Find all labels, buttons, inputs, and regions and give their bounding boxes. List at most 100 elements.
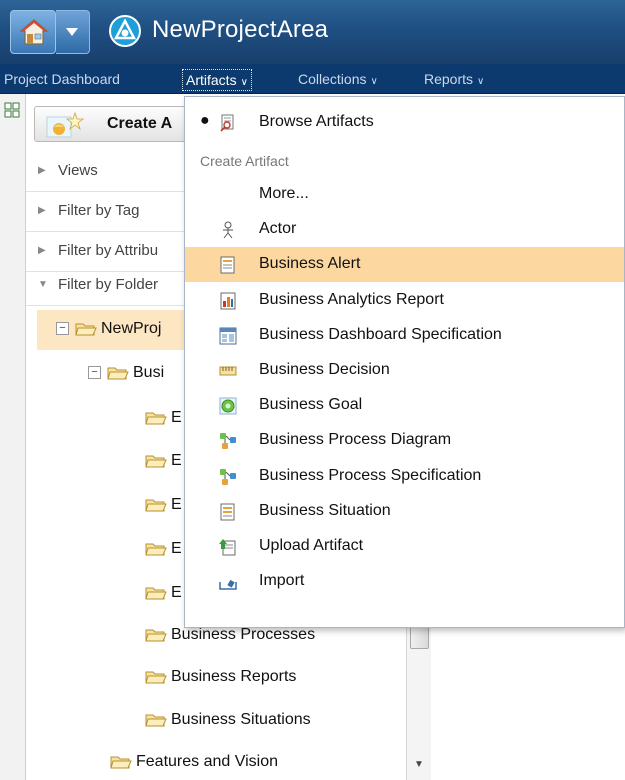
app-title: NewProjectArea [152,16,329,43]
tree-node-newproject[interactable]: − NewProj [56,320,161,344]
chevron-down-icon [66,28,78,36]
menu-item-upload-artifact[interactable]: Upload Artifact [185,529,624,564]
menu-item-business-goal[interactable]: Business Goal [185,388,624,423]
folder-open-icon [145,714,167,727]
panel-gutter [0,94,26,780]
chevron-down-icon: ∨ [477,76,485,87]
folder-open-icon [145,629,167,642]
process-spec-icon [220,469,236,485]
menu-item-label: Business Dashboard Specification [259,326,502,343]
tree-node-folder[interactable]: E [145,584,182,608]
tree-scrollbar[interactable]: ▼ [406,619,431,780]
title-bar: NewProjectArea [0,0,625,64]
nav-label: Reports [424,71,474,87]
filter-label: Filter by Folder [58,276,159,293]
filter-label: Filter by Attribu [58,242,159,259]
menu-item-label: Browse Artifacts [259,113,374,130]
scroll-down-arrow-icon[interactable]: ▼ [414,759,424,770]
tree-node-label: E [171,452,182,469]
chevron-right-icon: ▶ [38,205,46,216]
main-nav: Project Dashboard Artifacts ∨ Collections… [0,64,625,94]
tree-node-label: Busi [133,364,165,381]
folder-open-icon [145,455,167,468]
process-diagram-icon [220,433,236,449]
tree-node-business-situations[interactable]: Business Situations [145,711,311,735]
menu-item-business-situation[interactable]: Business Situation [185,494,624,529]
folder-open-icon [75,323,97,336]
chevron-down-icon: ▼ [38,279,48,290]
menu-item-label: Business Process Diagram [259,431,452,448]
folder-open-icon [145,543,167,556]
folder-open-icon [145,587,167,600]
grid-icon[interactable] [4,102,20,118]
dashboard-spec-icon [219,327,237,345]
chevron-right-icon: ▶ [38,245,46,256]
tree-node-label: Business Processes [171,626,316,643]
collapse-toggle[interactable]: − [56,322,69,336]
tree-node-folder[interactable]: E [145,409,182,433]
goal-icon [219,397,237,415]
nav-artifacts[interactable]: Artifacts ∨ [182,69,252,91]
nav-label: Project Dashboard [4,71,120,87]
tree-node-business[interactable]: − Busi [88,364,164,388]
tree-node-label: E [171,584,182,601]
create-artifact-icon [46,111,85,138]
menu-item-actor[interactable]: Actor [185,212,624,247]
tree-node-folder[interactable]: E [145,452,182,476]
menu-item-business-process-diagram[interactable]: Business Process Diagram [185,423,624,458]
nav-label: Artifacts [186,72,237,88]
menu-item-business-dashboard-specification[interactable]: Business Dashboard Specification [185,318,624,353]
menu-item-label: More... [259,185,309,202]
menu-item-label: Business Alert [259,255,361,272]
analytics-report-icon [220,292,236,310]
menu-item-label: Business Process Specification [259,467,482,484]
folder-open-icon [145,412,167,425]
menu-item-label: Business Decision [259,361,390,378]
decision-icon [219,366,237,376]
folder-open-icon [110,756,132,769]
menu-item-business-analytics-report[interactable]: Business Analytics Report [185,283,624,318]
folder-open-icon [145,671,167,684]
menu-item-business-decision[interactable]: Business Decision [185,353,624,388]
situation-icon [220,503,235,521]
menu-item-browse-artifacts[interactable]: ● Browse Artifacts [185,105,624,140]
tree-node-business-processes[interactable]: Business Processes [145,626,315,650]
menu-item-label: Upload Artifact [259,537,364,554]
menu-item-business-process-specification[interactable]: Business Process Specification [185,459,624,494]
menu-item-more[interactable]: More... [185,177,624,212]
artifacts-dropdown-menu: ● Browse Artifacts Create Artifact More.… [184,96,625,628]
menu-item-import[interactable]: Import [185,564,624,599]
menu-item-label: Actor [259,220,297,237]
tree-node-business-reports[interactable]: Business Reports [145,668,296,692]
collapse-toggle[interactable]: − [88,366,101,380]
menu-item-label: Business Situation [259,502,391,519]
tree-node-label: Features and Vision [136,753,279,770]
chevron-down-icon: ∨ [370,76,378,87]
tree-node-folder[interactable]: E [145,540,182,564]
nav-label: Collections [298,71,367,87]
import-icon [219,573,237,590]
tree-node-features-and-vision[interactable]: Features and Vision [110,753,278,777]
tree-node-folder[interactable]: E [145,496,182,520]
tree-node-label: NewProj [101,320,162,337]
folder-open-icon [145,499,167,512]
menu-item-label: Business Analytics Report [259,291,444,308]
filter-label: Filter by Tag [58,202,140,219]
tree-node-label: E [171,540,182,557]
menu-item-business-alert[interactable]: Business Alert [185,247,624,282]
chevron-right-icon: ▶ [38,165,46,176]
tree-node-label: E [171,496,182,513]
home-menu-arrow[interactable] [56,10,90,54]
actor-icon [223,221,233,239]
create-artifact-label: Create A [107,115,173,132]
tree-node-label: Business Situations [171,711,311,728]
folder-open-icon [107,367,129,380]
nav-collections[interactable]: Collections ∨ [298,69,378,91]
tree-node-label: E [171,409,182,426]
nav-reports[interactable]: Reports ∨ [424,69,484,91]
selected-bullet-icon: ● [200,112,210,129]
filter-label: Views [58,162,98,179]
tree-node-label: Business Reports [171,668,297,685]
home-button[interactable] [10,10,56,54]
nav-project-dashboard[interactable]: Project Dashboard [4,69,120,91]
